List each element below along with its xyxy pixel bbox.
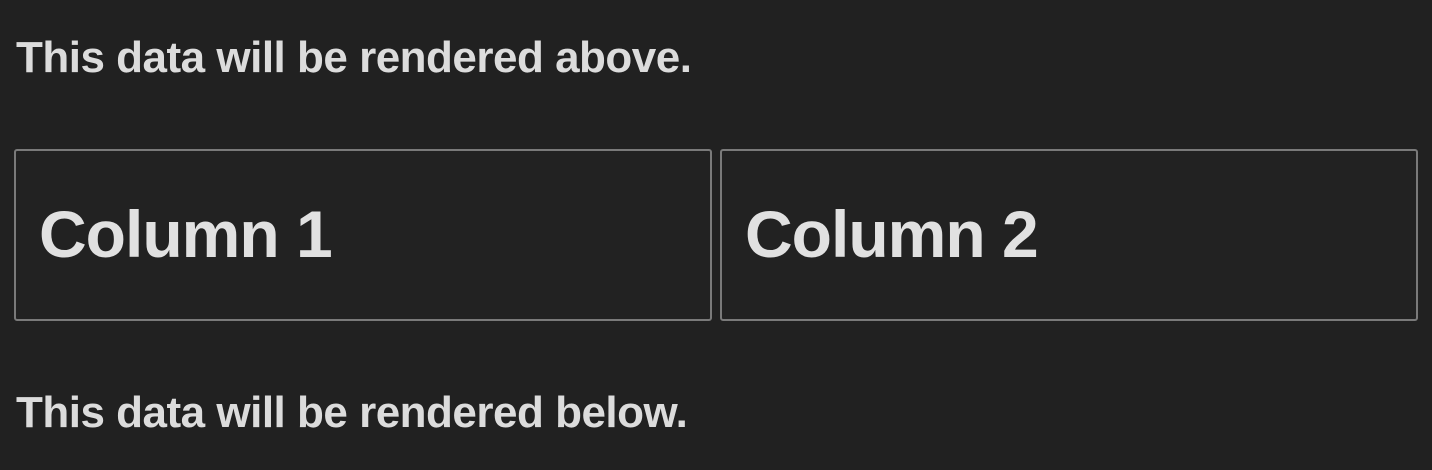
column-2: Column 2 [720,149,1418,321]
text-below: This data will be rendered below. [16,388,688,437]
column-1: Column 1 [14,149,712,321]
columns-container: Column 1 Column 2 [14,149,1418,321]
column-2-heading: Column 2 [745,197,1039,271]
column-1-heading: Column 1 [39,197,333,271]
text-above: This data will be rendered above. [16,33,692,82]
